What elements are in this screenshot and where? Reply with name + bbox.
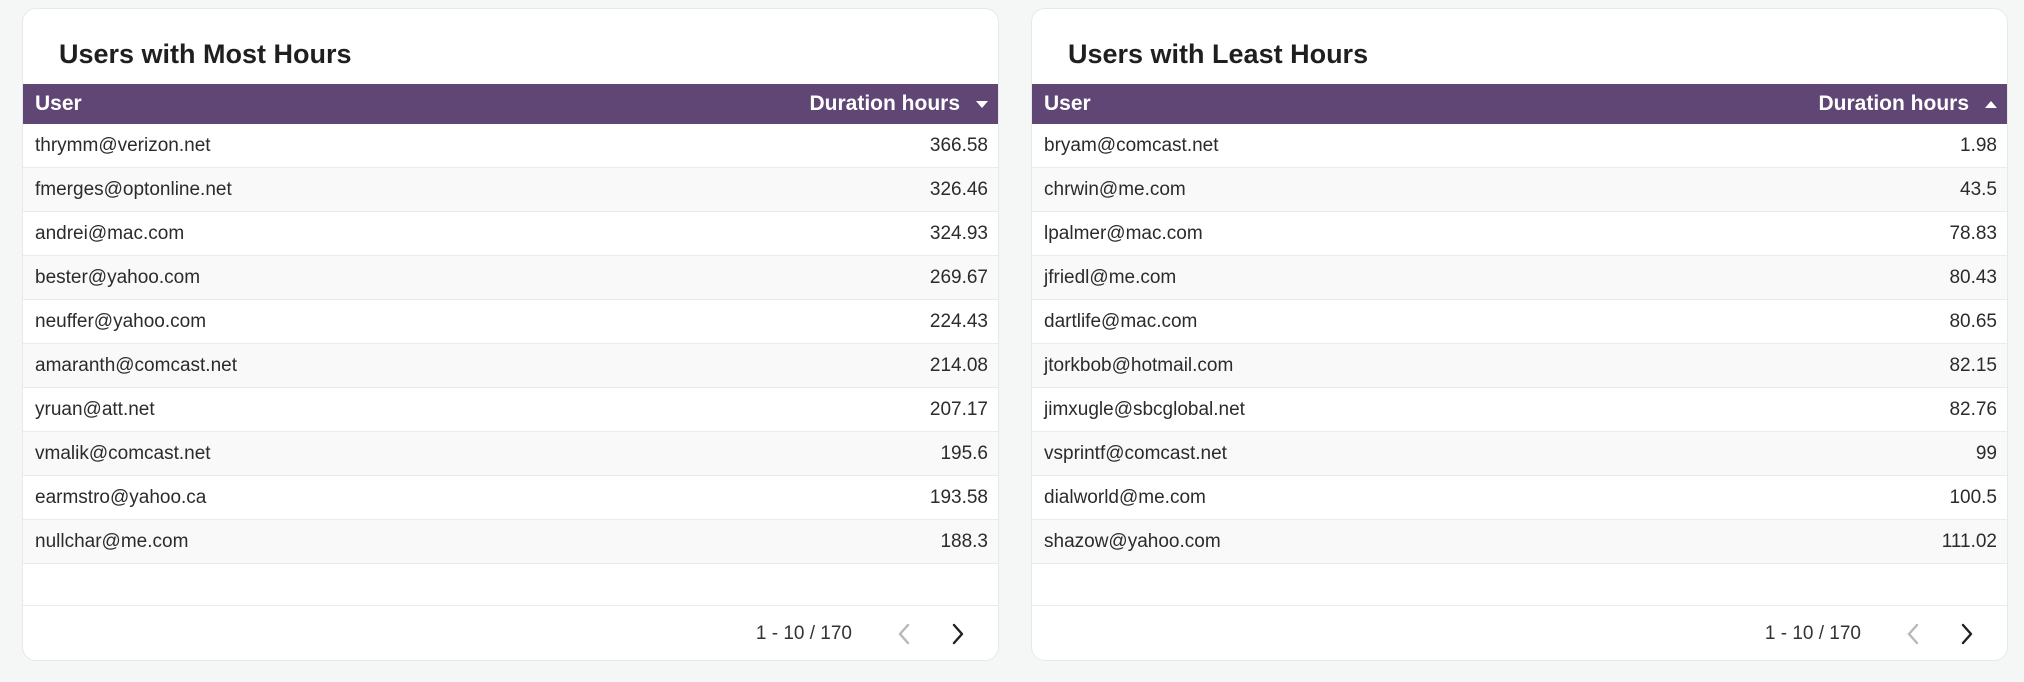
column-header-duration-label: Duration hours (1818, 92, 1970, 115)
pagination-text: 1 - 10 / 170 (755, 623, 852, 644)
table-row[interactable]: vsprintf@comcast.net 99 (1032, 432, 2007, 476)
duration-cell: 111.02 (1941, 530, 1997, 552)
user-cell: neuffer@yahoo.com (35, 310, 207, 332)
user-cell: yruan@att.net (35, 398, 155, 420)
table-row[interactable]: amaranth@comcast.net 214.08 (23, 344, 998, 388)
most-hours-table: User Duration hours thrymm@verizon.net 36… (23, 84, 998, 564)
sort-up-icon[interactable] (1985, 100, 1997, 108)
user-cell: amaranth@comcast.net (35, 354, 237, 376)
duration-cell: 366.58 (929, 134, 988, 156)
chevron-right-icon (952, 623, 964, 645)
table-header: User Duration hours (1032, 84, 2007, 124)
next-page-button[interactable] (1953, 620, 1981, 648)
table-row[interactable]: jfriedl@me.com 80.43 (1032, 256, 2007, 300)
pagination: 1 - 10 / 170 (1765, 609, 2007, 659)
user-cell: vmalik@comcast.net (35, 442, 211, 464)
user-cell: nullchar@me.com (35, 530, 189, 552)
user-cell: jtorkbob@hotmail.com (1044, 354, 1234, 376)
least-hours-card: Users with Least Hours User Duration hou… (1031, 8, 2008, 661)
duration-cell: 193.58 (929, 486, 988, 508)
table-row[interactable]: earmstro@yahoo.ca 193.58 (23, 476, 998, 520)
table-row[interactable]: jimxugle@sbcglobal.net 82.76 (1032, 388, 2007, 432)
user-cell: dialworld@me.com (1044, 486, 1206, 508)
table-row[interactable]: shazow@yahoo.com 111.02 (1032, 520, 2007, 564)
duration-cell: 99 (1975, 442, 1997, 464)
most-hours-card: Users with Most Hours User Duration hour… (22, 8, 999, 661)
duration-cell: 214.08 (929, 354, 988, 376)
table-row[interactable]: fmerges@optonline.net 326.46 (23, 168, 998, 212)
duration-cell: 269.67 (929, 266, 988, 288)
duration-cell: 43.5 (1960, 178, 1997, 200)
table-header: User Duration hours (23, 84, 998, 124)
table-row[interactable]: andrei@mac.com 324.93 (23, 212, 998, 256)
table-footer-divider (23, 605, 998, 606)
table-row[interactable]: jtorkbob@hotmail.com 82.15 (1032, 344, 2007, 388)
least-hours-table: User Duration hours bryam@comcast.net 1.9… (1032, 84, 2007, 564)
duration-cell: 207.17 (929, 398, 988, 420)
user-cell: bryam@comcast.net (1044, 134, 1219, 156)
chevron-left-icon (1907, 623, 1919, 645)
table-row[interactable]: chrwin@me.com 43.5 (1032, 168, 2007, 212)
chevron-left-icon (898, 623, 910, 645)
card-title: Users with Most Hours (59, 39, 352, 69)
card-title: Users with Least Hours (1068, 39, 1369, 69)
table-row[interactable]: yruan@att.net 207.17 (23, 388, 998, 432)
table-body: bryam@comcast.net 1.98 chrwin@me.com 43.5 … (1032, 124, 2007, 564)
prev-page-button[interactable] (890, 620, 918, 648)
column-header-duration[interactable]: Duration hours (809, 92, 988, 116)
user-cell: lpalmer@mac.com (1044, 222, 1203, 244)
user-cell: thrymm@verizon.net (35, 134, 211, 156)
sort-down-icon[interactable] (976, 100, 988, 108)
duration-cell: 1.98 (1960, 134, 1997, 156)
next-page-button[interactable] (944, 620, 972, 648)
pagination: 1 - 10 / 170 (756, 609, 998, 659)
table-row[interactable]: dartlife@mac.com 80.65 (1032, 300, 2007, 344)
duration-cell: 326.46 (929, 178, 988, 200)
user-cell: fmerges@optonline.net (35, 178, 232, 200)
pagination-text: 1 - 10 / 170 (1764, 623, 1861, 644)
column-header-user[interactable]: User (35, 92, 82, 116)
duration-cell: 224.43 (929, 310, 988, 332)
user-cell: chrwin@me.com (1044, 178, 1186, 200)
table-footer-divider (1032, 605, 2007, 606)
user-cell: andrei@mac.com (35, 222, 185, 244)
table-row[interactable]: thrymm@verizon.net 366.58 (23, 124, 998, 168)
prev-page-button[interactable] (1899, 620, 1927, 648)
duration-cell: 82.76 (1949, 398, 1997, 420)
table-row[interactable]: nullchar@me.com 188.3 (23, 520, 998, 564)
duration-cell: 80.65 (1949, 310, 1997, 332)
user-cell: vsprintf@comcast.net (1044, 442, 1227, 464)
table-row[interactable]: bester@yahoo.com 269.67 (23, 256, 998, 300)
table-row[interactable]: lpalmer@mac.com 78.83 (1032, 212, 2007, 256)
duration-cell: 324.93 (929, 222, 988, 244)
table-body: thrymm@verizon.net 366.58 fmerges@optonli… (23, 124, 998, 564)
duration-cell: 188.3 (940, 530, 988, 552)
user-cell: earmstro@yahoo.ca (35, 486, 207, 508)
duration-cell: 100.5 (1949, 486, 1997, 508)
duration-cell: 78.83 (1949, 222, 1997, 244)
column-header-user[interactable]: User (1044, 92, 1091, 116)
user-cell: bester@yahoo.com (35, 266, 201, 288)
chevron-right-icon (1961, 623, 1973, 645)
table-row[interactable]: neuffer@yahoo.com 224.43 (23, 300, 998, 344)
table-row[interactable]: vmalik@comcast.net 195.6 (23, 432, 998, 476)
user-cell: jimxugle@sbcglobal.net (1044, 398, 1245, 420)
duration-cell: 80.43 (1949, 266, 1997, 288)
column-header-duration-label: Duration hours (809, 92, 961, 115)
table-row[interactable]: bryam@comcast.net 1.98 (1032, 124, 2007, 168)
user-cell: shazow@yahoo.com (1044, 530, 1221, 552)
duration-cell: 195.6 (940, 442, 988, 464)
user-cell: jfriedl@me.com (1044, 266, 1177, 288)
table-row[interactable]: dialworld@me.com 100.5 (1032, 476, 2007, 520)
user-cell: dartlife@mac.com (1044, 310, 1198, 332)
column-header-duration[interactable]: Duration hours (1818, 92, 1997, 116)
duration-cell: 82.15 (1949, 354, 1997, 376)
